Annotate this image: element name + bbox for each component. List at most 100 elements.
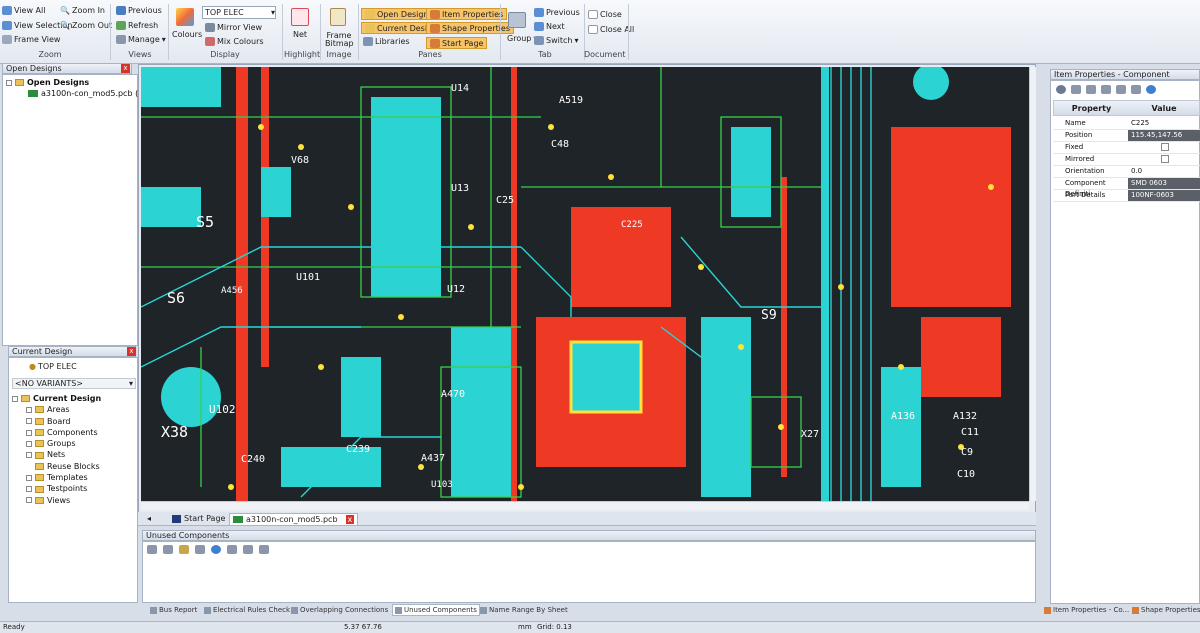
current-layer[interactable]: ● TOP ELEC <box>29 362 77 371</box>
mirror-view-button[interactable]: Mirror View <box>205 23 262 32</box>
canvas-label: C240 <box>241 454 265 465</box>
start-page-pane-button[interactable]: Start Page <box>426 37 488 49</box>
expand-icon[interactable] <box>26 474 32 481</box>
property-row-component-definition[interactable]: Component Definiti SMD 0603 <box>1053 178 1200 198</box>
tab-previous-button[interactable]: Previous <box>534 8 580 17</box>
tab-next-button[interactable]: Next <box>534 22 565 31</box>
expand-icon[interactable] <box>26 406 32 413</box>
canvas-label: A132 <box>953 411 977 422</box>
group-label-highlight: Highlight <box>284 50 321 59</box>
tab-pcb-file[interactable]: a3100n-con_mod5.pcb x <box>229 513 359 526</box>
net-button[interactable]: Net <box>293 30 307 39</box>
expand-icon[interactable] <box>26 418 32 425</box>
ribbon-separator <box>168 4 169 60</box>
view-all-button[interactable]: View All <box>2 6 45 15</box>
tab-electrical-rules-check[interactable]: Electrical Rules Check <box>204 604 290 616</box>
frame-view-button[interactable]: Frame View <box>2 35 60 44</box>
close-icon[interactable]: x <box>121 64 130 73</box>
expand-icon[interactable] <box>26 429 32 436</box>
info-icon[interactable] <box>1056 85 1066 94</box>
item-properties-pane-button[interactable]: Item Properties <box>426 8 508 20</box>
refresh-button[interactable]: Refresh <box>116 21 158 30</box>
tree-item[interactable]: Areas <box>12 404 101 415</box>
close-icon[interactable]: x <box>345 515 355 524</box>
folder-icon <box>35 440 44 448</box>
zoom-out-button[interactable]: 🔍 Zoom Out <box>60 21 112 30</box>
folder-icon <box>35 406 44 414</box>
tree-item[interactable]: Testpoints <box>12 483 101 494</box>
tree-item[interactable]: Components <box>12 427 101 438</box>
status-ready: Ready <box>3 623 25 631</box>
canvas-label: S9 <box>761 308 777 323</box>
pin-icon[interactable] <box>1131 85 1141 94</box>
tree-item[interactable]: Nets <box>12 449 101 460</box>
variants-select[interactable]: <NO VARIANTS> ▾ <box>12 378 136 389</box>
flip-icon[interactable] <box>1116 85 1126 94</box>
pcb-canvas[interactable]: S5 S6 X38 U102 U101 U12 U13 U14 V68 S9 A… <box>141 67 1029 501</box>
expand-icon[interactable] <box>26 440 32 447</box>
property-row-position[interactable]: Position 115.45,147.56 <box>1053 130 1200 142</box>
sort-icon[interactable] <box>147 545 157 554</box>
canvas-label: C9 <box>961 447 973 458</box>
collapse-icon[interactable] <box>6 79 12 86</box>
mirrored-checkbox[interactable] <box>1161 155 1169 163</box>
close-document-button[interactable]: Close <box>588 10 622 19</box>
lock-icon[interactable] <box>1101 85 1111 94</box>
tab-unused-components[interactable]: Unused Components <box>392 604 480 616</box>
print-icon[interactable] <box>195 545 205 554</box>
layer-select[interactable]: TOP ELEC ▾ <box>202 6 276 19</box>
binoculars-icon[interactable] <box>259 545 269 554</box>
collapse-icon[interactable] <box>12 395 18 402</box>
status-units: mm <box>518 623 532 631</box>
tree-item[interactable]: Reuse Blocks <box>12 461 101 472</box>
tab-name-range-by-sheet[interactable]: Name Range By Sheet <box>480 604 568 616</box>
previous-icon <box>116 6 126 15</box>
tab-item-properties[interactable]: Item Properties - Co... <box>1044 604 1129 616</box>
tab-shape-properties[interactable]: Shape Properties <box>1132 604 1200 616</box>
expand-icon[interactable] <box>26 486 32 493</box>
vertical-scrollbar[interactable] <box>1029 67 1036 501</box>
help-icon[interactable] <box>211 545 221 554</box>
find-icon[interactable] <box>243 545 253 554</box>
libraries-pane-button[interactable]: Libraries <box>363 37 410 46</box>
group-button[interactable]: Group▾ <box>507 34 537 43</box>
open-designs-root[interactable]: Open Designs <box>6 77 144 88</box>
tab-overlapping-connections[interactable]: Overlapping Connections <box>291 604 388 616</box>
colours-button[interactable]: Colours <box>172 30 202 39</box>
copy-icon[interactable] <box>227 545 237 554</box>
close-icon[interactable]: x <box>127 347 136 356</box>
expand-icon[interactable] <box>26 497 32 504</box>
property-row-name[interactable]: Name C225 <box>1053 118 1200 130</box>
property-row-part-details[interactable]: Part Details 100NF-0603 <box>1053 190 1200 202</box>
tree-item[interactable]: Views <box>12 495 101 506</box>
frame-bitmap-button[interactable]: Frame Bitmap <box>325 32 354 48</box>
mix-colours-button[interactable]: Mix Colours <box>205 37 264 46</box>
expand-icon[interactable] <box>26 452 32 459</box>
table-icon[interactable] <box>1071 85 1081 94</box>
tree-item[interactable]: Groups <box>12 438 101 449</box>
canvas-label: U102 <box>209 403 236 416</box>
tab-start-page[interactable]: Start Page <box>172 514 225 523</box>
open-design-file[interactable]: a3100n-con_mod5.pcb (C <box>6 88 144 99</box>
folder-icon[interactable] <box>179 545 189 554</box>
canvas-label: C225 <box>621 220 643 230</box>
tab-switch-button[interactable]: Switch ▾ <box>534 36 578 45</box>
previous-view-button[interactable]: Previous <box>116 6 162 15</box>
property-row-mirrored[interactable]: Mirrored <box>1053 154 1200 166</box>
report-icon <box>480 606 487 614</box>
tab-scroll-left[interactable]: ◂ <box>147 514 151 523</box>
current-design-root[interactable]: Current Design <box>12 393 101 404</box>
tree-item[interactable]: Templates <box>12 472 101 483</box>
item-properties-title: Item Properties - Component <box>1050 69 1200 80</box>
tab-bus-report[interactable]: Bus Report <box>150 604 197 616</box>
zoom-in-button[interactable]: 🔍 Zoom In <box>60 6 105 15</box>
property-row-fixed[interactable]: Fixed <box>1053 142 1200 154</box>
property-row-orientation[interactable]: Orientation 0.0 <box>1053 166 1200 178</box>
horizontal-scrollbar[interactable] <box>141 501 1029 510</box>
filter-icon[interactable] <box>163 545 173 554</box>
fixed-checkbox[interactable] <box>1161 143 1169 151</box>
sort-icon[interactable] <box>1086 85 1096 94</box>
manage-button[interactable]: Manage ▾ <box>116 35 166 44</box>
help-icon[interactable] <box>1146 85 1156 94</box>
tree-item[interactable]: Board <box>12 416 101 427</box>
